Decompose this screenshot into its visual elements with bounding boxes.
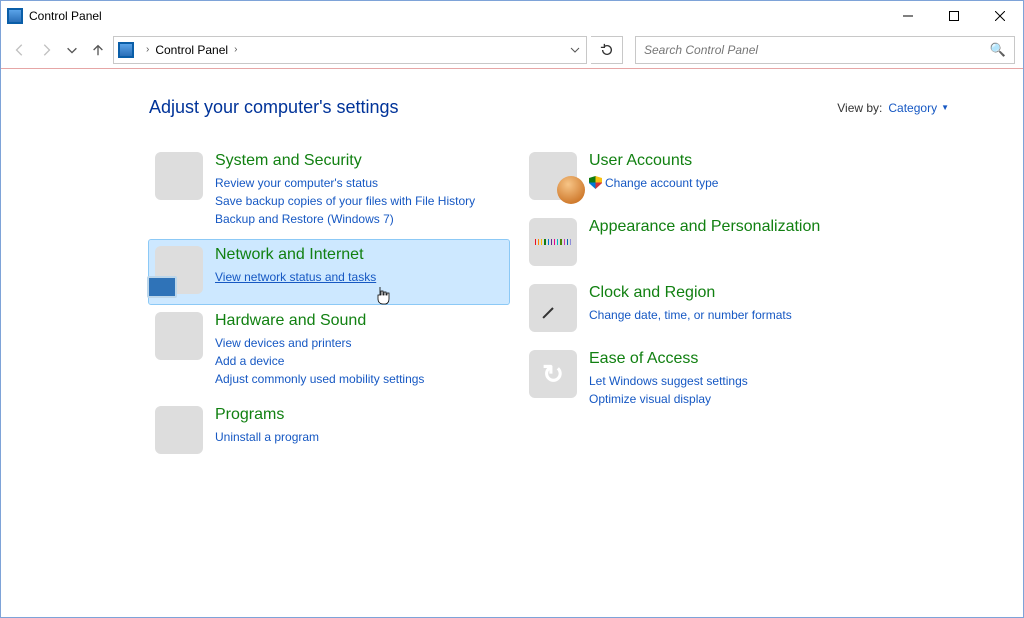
link-optimize-visual[interactable]: Optimize visual display bbox=[589, 390, 748, 408]
window-title: Control Panel bbox=[29, 9, 102, 23]
search-input[interactable] bbox=[644, 43, 990, 57]
forward-button[interactable] bbox=[35, 39, 57, 61]
system-security-icon bbox=[155, 152, 203, 200]
link-review-status[interactable]: Review your computer's status bbox=[215, 174, 475, 192]
search-icon[interactable]: 🔍 bbox=[990, 42, 1006, 58]
link-uninstall-program[interactable]: Uninstall a program bbox=[215, 428, 319, 446]
app-icon bbox=[7, 8, 23, 24]
minimize-button[interactable] bbox=[885, 1, 931, 31]
category-user-accounts[interactable]: User Accounts Change account type bbox=[523, 146, 883, 210]
category-clock-and-region[interactable]: Clock and Region Change date, time, or n… bbox=[523, 278, 883, 342]
breadcrumb-chevron-icon[interactable]: › bbox=[146, 44, 149, 55]
category-title[interactable]: User Accounts bbox=[589, 152, 718, 170]
category-ease-of-access[interactable]: Ease of Access Let Windows suggest setti… bbox=[523, 344, 883, 418]
titlebar: Control Panel bbox=[1, 1, 1023, 31]
link-network-status[interactable]: View network status and tasks bbox=[215, 268, 376, 286]
category-hardware-and-sound[interactable]: Hardware and Sound View devices and prin… bbox=[149, 306, 509, 398]
category-title[interactable]: Appearance and Personalization bbox=[589, 218, 820, 236]
up-button[interactable] bbox=[87, 39, 109, 61]
control-panel-icon bbox=[118, 42, 134, 58]
maximize-button[interactable] bbox=[931, 1, 977, 31]
uac-shield-icon bbox=[589, 176, 602, 189]
link-backup-restore[interactable]: Backup and Restore (Windows 7) bbox=[215, 210, 475, 228]
breadcrumb-chevron-icon[interactable]: › bbox=[234, 44, 237, 55]
chevron-down-icon: ▼ bbox=[941, 103, 949, 112]
category-system-and-security[interactable]: System and Security Review your computer… bbox=[149, 146, 509, 238]
link-date-time-formats[interactable]: Change date, time, or number formats bbox=[589, 306, 792, 324]
categories-column-right: User Accounts Change account type Appear… bbox=[523, 146, 883, 466]
category-appearance-and-personalization[interactable]: Appearance and Personalization bbox=[523, 212, 883, 276]
viewby-label: View by: bbox=[837, 101, 882, 115]
content-area: Adjust your computer's settings View by:… bbox=[1, 69, 1023, 466]
categories-column-left: System and Security Review your computer… bbox=[149, 146, 509, 466]
ease-of-access-icon bbox=[529, 350, 577, 398]
user-accounts-icon bbox=[529, 152, 577, 200]
network-internet-icon bbox=[155, 246, 203, 294]
category-programs[interactable]: Programs Uninstall a program bbox=[149, 400, 509, 464]
link-mobility-settings[interactable]: Adjust commonly used mobility settings bbox=[215, 370, 424, 388]
link-add-device[interactable]: Add a device bbox=[215, 352, 424, 370]
refresh-button[interactable] bbox=[591, 36, 623, 64]
category-title[interactable]: Programs bbox=[215, 406, 319, 424]
viewby-value[interactable]: Category ▼ bbox=[888, 101, 949, 115]
category-title[interactable]: Hardware and Sound bbox=[215, 312, 424, 330]
link-change-account-type[interactable]: Change account type bbox=[589, 174, 718, 192]
breadcrumb-root[interactable]: Control Panel bbox=[155, 43, 228, 57]
toolbar: › Control Panel › 🔍 bbox=[1, 31, 1023, 69]
recent-locations-button[interactable] bbox=[61, 39, 83, 61]
address-dropdown-button[interactable] bbox=[562, 37, 586, 63]
link-devices-printers[interactable]: View devices and printers bbox=[215, 334, 424, 352]
category-title[interactable]: System and Security bbox=[215, 152, 475, 170]
appearance-icon bbox=[529, 218, 577, 266]
link-file-history[interactable]: Save backup copies of your files with Fi… bbox=[215, 192, 475, 210]
category-title[interactable]: Clock and Region bbox=[589, 284, 792, 302]
search-box[interactable]: 🔍 bbox=[635, 36, 1015, 64]
close-button[interactable] bbox=[977, 1, 1023, 31]
hardware-sound-icon bbox=[155, 312, 203, 360]
view-by-control[interactable]: View by: Category ▼ bbox=[837, 101, 949, 115]
link-windows-suggest[interactable]: Let Windows suggest settings bbox=[589, 372, 748, 390]
category-network-and-internet[interactable]: Network and Internet View network status… bbox=[149, 240, 509, 304]
category-title[interactable]: Network and Internet bbox=[215, 246, 376, 264]
page-title: Adjust your computer's settings bbox=[149, 97, 399, 118]
back-button[interactable] bbox=[9, 39, 31, 61]
clock-region-icon bbox=[529, 284, 577, 332]
category-title[interactable]: Ease of Access bbox=[589, 350, 748, 368]
address-bar[interactable]: › Control Panel › bbox=[113, 36, 587, 64]
programs-icon bbox=[155, 406, 203, 454]
